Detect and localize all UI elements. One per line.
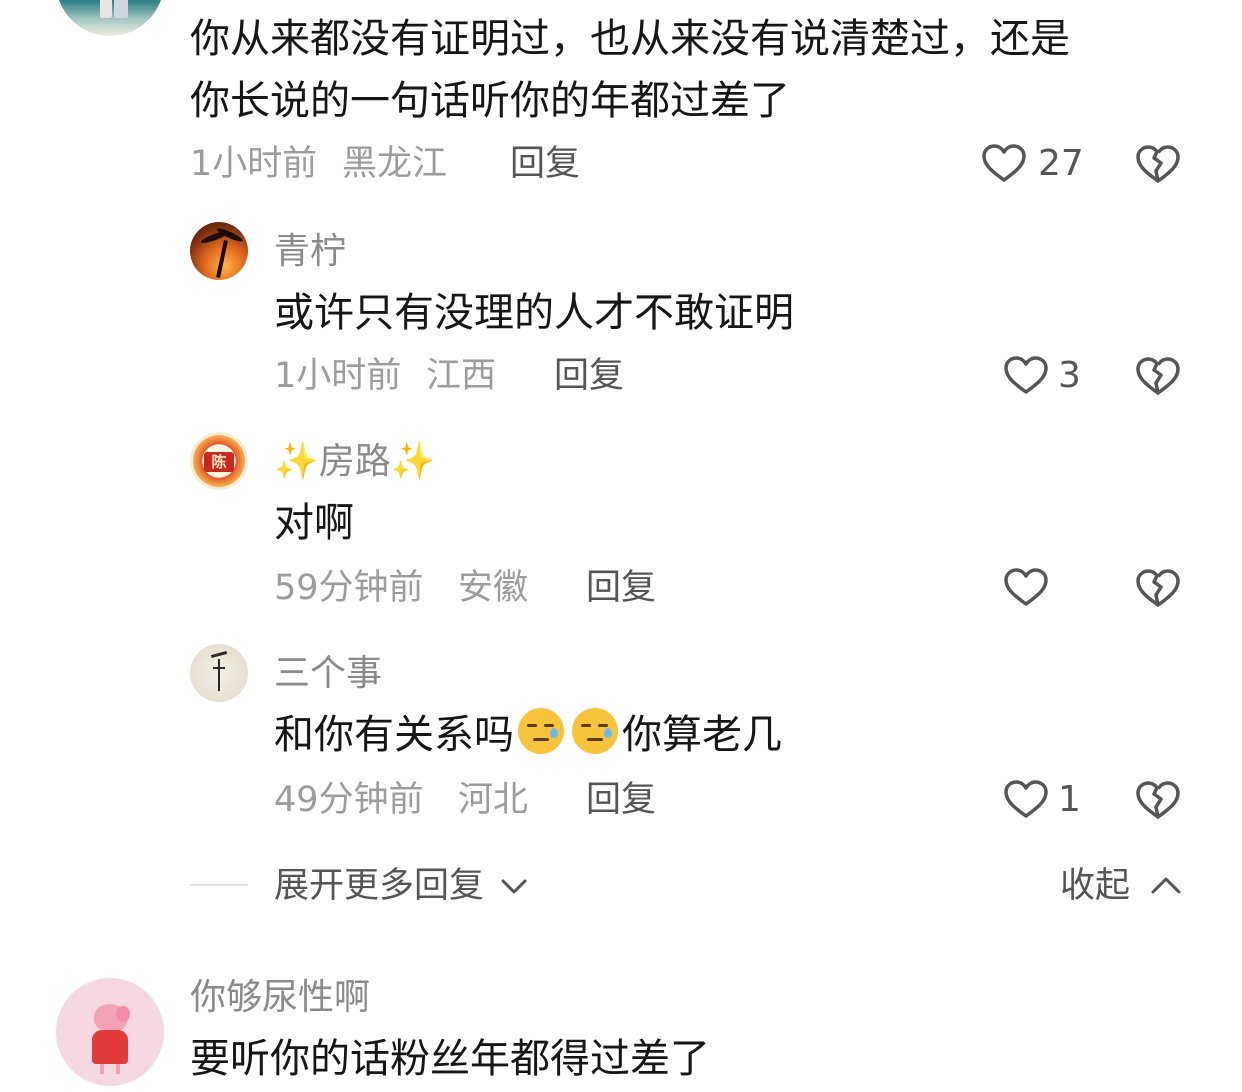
comment-time: 1小时前 xyxy=(190,144,318,184)
comment-time: 1小时前 xyxy=(274,356,402,396)
username[interactable]: 三个事 xyxy=(274,650,382,698)
expand-label: 展开更多回复 xyxy=(274,866,485,906)
avatar-seal: 陈 xyxy=(204,452,234,472)
heart-outline-icon[interactable] xyxy=(1002,776,1050,824)
collapse-button[interactable]: 收起 xyxy=(1060,862,1183,910)
username[interactable]: 你够尿性啊 xyxy=(190,974,370,1022)
reply-button[interactable]: 回复 xyxy=(586,776,656,824)
sparkle-icon: ✨ xyxy=(274,441,319,482)
comment-time: 59分钟前 xyxy=(274,568,424,608)
comment-text-part: 你算老几 xyxy=(622,712,782,758)
like-count: 3 xyxy=(1058,355,1081,396)
username[interactable]: ✨房路✨ xyxy=(274,438,436,486)
comment-location: 河北 xyxy=(458,780,529,820)
username[interactable]: 青柠 xyxy=(274,228,346,276)
sweat-face-emoji-icon xyxy=(572,708,618,754)
heart-outline-icon[interactable] xyxy=(1002,564,1050,612)
reply-button[interactable]: 回复 xyxy=(510,140,580,188)
comment-location: 安徽 xyxy=(458,568,529,608)
sweat-face-emoji-icon xyxy=(518,708,564,754)
heart-outline-icon[interactable] xyxy=(1002,352,1050,400)
heart-outline-icon[interactable] xyxy=(980,140,1028,188)
comment-time: 49分钟前 xyxy=(274,780,424,820)
broken-heart-icon[interactable] xyxy=(1134,564,1182,612)
comment-location: 黑龙江 xyxy=(342,144,448,184)
sparkle-icon: ✨ xyxy=(390,441,436,482)
comment-text: 你从来都没有证明过，也从来没有说清楚过，还是 xyxy=(190,16,1070,62)
comment-text: 要听你的话粉丝年都得过差了 xyxy=(190,1036,710,1082)
like-count: 1 xyxy=(1058,779,1081,820)
avatar[interactable] xyxy=(56,978,164,1086)
avatar[interactable] xyxy=(56,0,164,36)
comment-text: 或许只有没理的人才不敢证明 xyxy=(274,290,794,336)
avatar[interactable]: 陈 xyxy=(190,432,248,490)
broken-heart-icon[interactable] xyxy=(1134,776,1182,824)
avatar[interactable] xyxy=(190,222,248,280)
username-label: 房路 xyxy=(318,441,391,482)
collapse-label: 收起 xyxy=(1060,866,1131,906)
like-count: 27 xyxy=(1038,143,1084,184)
broken-heart-icon[interactable] xyxy=(1134,352,1182,400)
divider xyxy=(190,884,248,886)
comment-text: 你长说的一句话听你的年都过差了 xyxy=(190,78,790,124)
avatar[interactable] xyxy=(190,644,248,702)
expand-more-replies-button[interactable]: 展开更多回复 xyxy=(274,862,529,910)
comment-location: 江西 xyxy=(426,356,497,396)
reply-button[interactable]: 回复 xyxy=(554,352,624,400)
reply-button[interactable]: 回复 xyxy=(586,564,656,612)
comment-text: 和你有关系吗 你算老几 xyxy=(274,704,782,766)
chevron-down-icon xyxy=(501,879,527,894)
comment-text-part: 和你有关系吗 xyxy=(274,712,514,758)
comment-text: 对啊 xyxy=(274,500,354,546)
broken-heart-icon[interactable] xyxy=(1134,140,1182,188)
chevron-up-icon xyxy=(1151,877,1181,894)
